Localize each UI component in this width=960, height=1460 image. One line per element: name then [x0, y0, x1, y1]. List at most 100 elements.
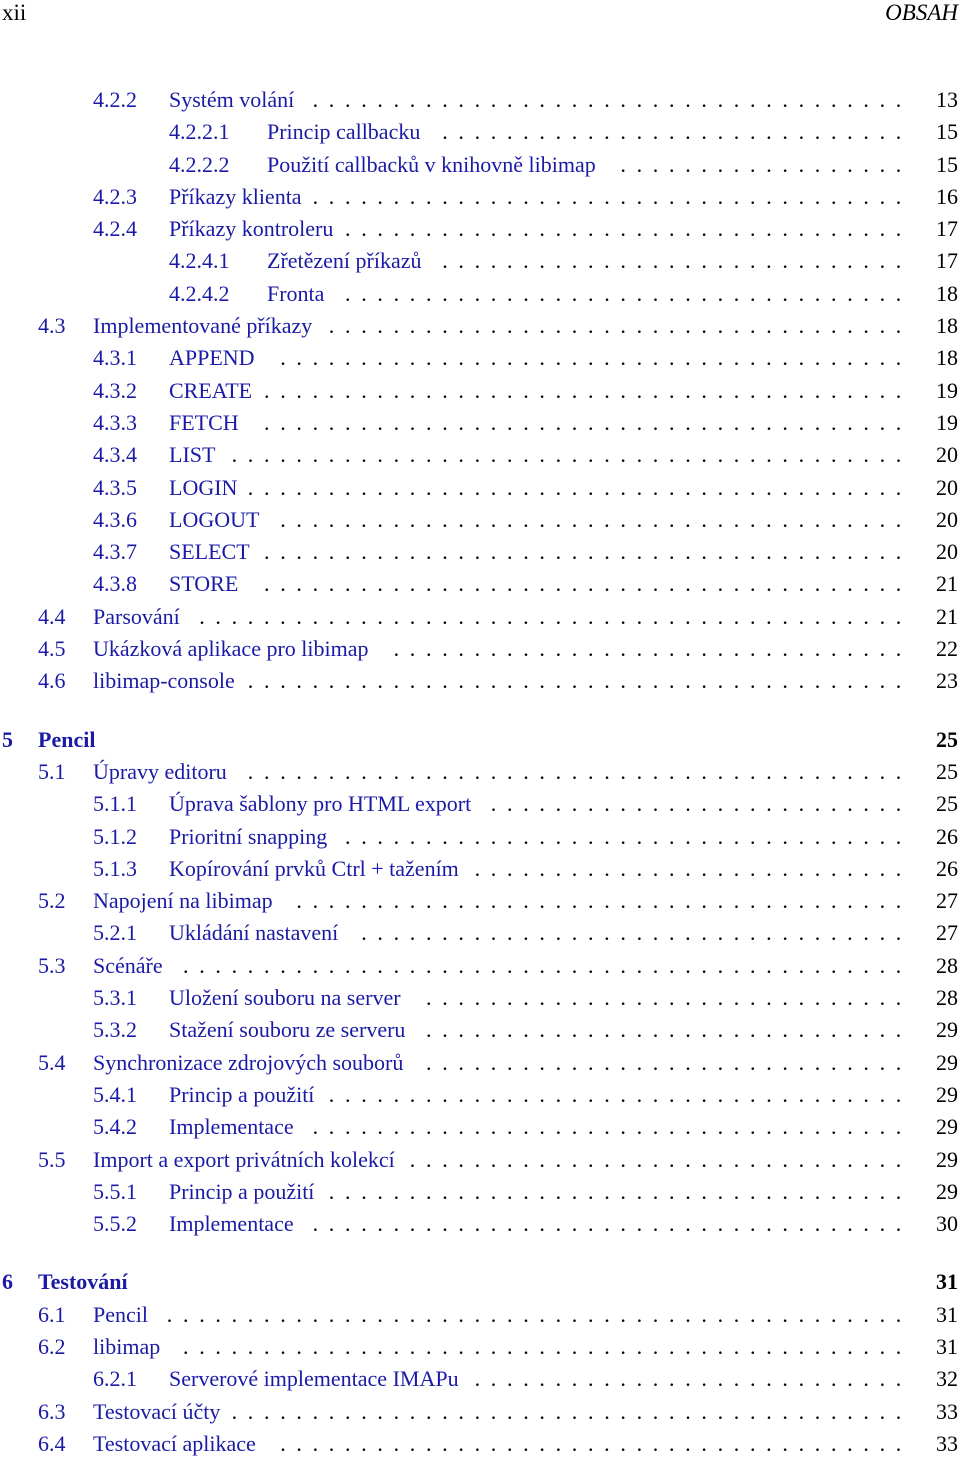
toc-entry-title[interactable]: Uložení souboru na server [169, 982, 401, 1014]
toc-entry[interactable]: 4.2.4 Příkazy kontroleru.................… [0, 213, 960, 245]
toc-entry-page[interactable]: 26 [918, 853, 958, 885]
toc-entry-number[interactable]: 4.3.6 [93, 504, 137, 536]
toc-entry-number[interactable]: 6.1 [38, 1299, 66, 1331]
toc-entry-number[interactable]: 4.2.3 [93, 181, 137, 213]
toc-entry-title[interactable]: Pencil [93, 1299, 148, 1331]
toc-entry[interactable]: 6.1 Pencil...............................… [0, 1299, 960, 1331]
toc-entry-page[interactable]: 18 [918, 342, 958, 374]
toc-entry-page[interactable]: 21 [918, 568, 958, 600]
toc-entry-number[interactable]: 5.3.2 [93, 1014, 137, 1046]
toc-entry-title[interactable]: Kopírování prvků Ctrl + tažením [169, 853, 459, 885]
toc-entry-number[interactable]: 4.3.3 [93, 407, 137, 439]
toc-entry-number[interactable]: 5.5.2 [93, 1208, 137, 1240]
toc-entry[interactable]: 4.3.2 CREATE.............................… [0, 375, 960, 407]
toc-entry[interactable]: 5.5 Import a export privátních kolekcí...… [0, 1144, 960, 1176]
toc-entry-number[interactable]: 5.4.1 [93, 1079, 137, 1111]
toc-entry-title[interactable]: Příkazy kontroleru [169, 213, 333, 245]
toc-entry-page[interactable]: 26 [918, 821, 958, 853]
toc-entry-number[interactable]: 5.1 [38, 756, 66, 788]
toc-entry-number[interactable]: 4.2.2.2 [169, 149, 230, 181]
toc-entry-number[interactable]: 4.3.4 [93, 439, 137, 471]
toc-entry-number[interactable]: 5.1.2 [93, 821, 137, 853]
toc-entry[interactable]: 6.4 Testovací aplikace...................… [0, 1428, 960, 1460]
toc-entry-title[interactable]: Systém volání [169, 84, 294, 116]
toc-entry-page[interactable]: 27 [918, 885, 958, 917]
toc-entry-number[interactable]: 4.2.4.2 [169, 278, 230, 310]
toc-entry-page[interactable]: 33 [918, 1428, 958, 1460]
toc-entry-number[interactable]: 4.2.2 [93, 84, 137, 116]
toc-entry-number[interactable]: 5.1.3 [93, 853, 137, 885]
toc-entry-title[interactable]: LOGOUT [169, 504, 259, 536]
toc-entry[interactable]: 4.3.6 LOGOUT.............................… [0, 504, 960, 536]
toc-entry-page[interactable]: 18 [918, 310, 958, 342]
toc-entry-number[interactable]: 5.3.1 [93, 982, 137, 1014]
toc-entry-number[interactable]: 4.3.7 [93, 536, 137, 568]
toc-entry-number[interactable]: 5.4 [38, 1047, 66, 1079]
toc-entry-page[interactable]: 30 [918, 1208, 958, 1240]
toc-chapter[interactable]: 5 Pencil 25 [0, 724, 960, 756]
toc-entry-number[interactable]: 5 [2, 724, 13, 756]
toc-entry-title[interactable]: SELECT [169, 536, 250, 568]
toc-entry[interactable]: 6.3 Testovací účty.......................… [0, 1396, 960, 1428]
toc-entry-number[interactable]: 5.3 [38, 950, 66, 982]
toc-entry-title[interactable]: Parsování [93, 601, 180, 633]
toc-entry-page[interactable]: 25 [918, 756, 958, 788]
toc-entry[interactable]: 5.1.1 Úprava šablony pro HTML export.....… [0, 788, 960, 820]
toc-entry-title[interactable]: STORE [169, 568, 238, 600]
toc-entry[interactable]: 4.2.2.1 Princip callbacku................… [0, 116, 960, 148]
toc-entry[interactable]: 5.3.1 Uložení souboru na server..........… [0, 982, 960, 1014]
toc-entry-title[interactable]: LOGIN [169, 472, 237, 504]
toc-entry[interactable]: 4.2.3 Příkazy klienta....................… [0, 181, 960, 213]
toc-entry-title[interactable]: Testování [38, 1266, 128, 1298]
toc-entry[interactable]: 5.4.1 Princip a použití..................… [0, 1079, 960, 1111]
toc-entry[interactable]: 5.2 Napojení na libimap..................… [0, 885, 960, 917]
toc-entry-page[interactable]: 15 [918, 149, 958, 181]
toc-entry[interactable]: 5.3 Scénáře..............................… [0, 950, 960, 982]
toc-entry[interactable]: 5.1.2 Prioritní snapping.................… [0, 821, 960, 853]
toc-entry-page[interactable]: 29 [918, 1144, 958, 1176]
toc-entry-title[interactable]: Použití callbacků v knihovně libimap [267, 149, 596, 181]
toc-entry-title[interactable]: APPEND [169, 342, 255, 374]
toc-entry-number[interactable]: 6.2 [38, 1331, 66, 1363]
toc-entry-number[interactable]: 4.5 [38, 633, 66, 665]
toc-entry-number[interactable]: 5.1.1 [93, 788, 137, 820]
toc-entry[interactable]: 4.3 Implementované příkazy...............… [0, 310, 960, 342]
toc-entry-page[interactable]: 25 [918, 724, 958, 756]
toc-entry-page[interactable]: 16 [918, 181, 958, 213]
toc-entry-page[interactable]: 20 [918, 472, 958, 504]
toc-entry[interactable]: 4.3.1 APPEND.............................… [0, 342, 960, 374]
toc-entry-number[interactable]: 4.6 [38, 665, 66, 697]
toc-entry-page[interactable]: 31 [918, 1299, 958, 1331]
toc-entry[interactable]: 4.3.3 FETCH..............................… [0, 407, 960, 439]
toc-entry-page[interactable]: 17 [918, 213, 958, 245]
toc-entry-page[interactable]: 13 [918, 84, 958, 116]
toc-entry-title[interactable]: Úprava šablony pro HTML export [169, 788, 471, 820]
toc-entry-title[interactable]: Princip a použití [169, 1176, 314, 1208]
toc-entry[interactable]: 5.1.3 Kopírování prvků Ctrl + tažením....… [0, 853, 960, 885]
toc-entry-page[interactable]: 28 [918, 982, 958, 1014]
toc-entry-number[interactable]: 4.2.2.1 [169, 116, 230, 148]
toc-entry-page[interactable]: 22 [918, 633, 958, 665]
toc-entry-page[interactable]: 19 [918, 407, 958, 439]
toc-entry-page[interactable]: 29 [918, 1014, 958, 1046]
toc-entry-title[interactable]: LIST [169, 439, 215, 471]
toc-entry[interactable]: 5.5.1 Princip a použití..................… [0, 1176, 960, 1208]
toc-entry[interactable]: 4.2.2 Systém volání......................… [0, 84, 960, 116]
toc-entry-title[interactable]: Serverové implementace IMAPu [169, 1363, 459, 1395]
toc-entry-title[interactable]: Princip a použití [169, 1079, 314, 1111]
toc-entry-title[interactable]: Import a export privátních kolekcí [93, 1144, 395, 1176]
toc-entry[interactable]: 5.5.2 Implementace.......................… [0, 1208, 960, 1240]
toc-entry[interactable]: 4.3.4 LIST...............................… [0, 439, 960, 471]
toc-entry-number[interactable]: 4.2.4.1 [169, 245, 230, 277]
toc-entry-title[interactable]: CREATE [169, 375, 252, 407]
toc-entry-page[interactable]: 18 [918, 278, 958, 310]
toc-entry-page[interactable]: 23 [918, 665, 958, 697]
toc-entry-number[interactable]: 4.3.2 [93, 375, 137, 407]
toc-entry[interactable]: 6.2 libimap..............................… [0, 1331, 960, 1363]
toc-entry-page[interactable]: 32 [918, 1363, 958, 1395]
toc-entry[interactable]: 5.1 Úpravy editoru.......................… [0, 756, 960, 788]
toc-entry-title[interactable]: Scénáře [93, 950, 163, 982]
toc-entry-page[interactable]: 20 [918, 504, 958, 536]
toc-entry-page[interactable]: 17 [918, 245, 958, 277]
toc-entry[interactable]: 5.4.2 Implementace.......................… [0, 1111, 960, 1143]
